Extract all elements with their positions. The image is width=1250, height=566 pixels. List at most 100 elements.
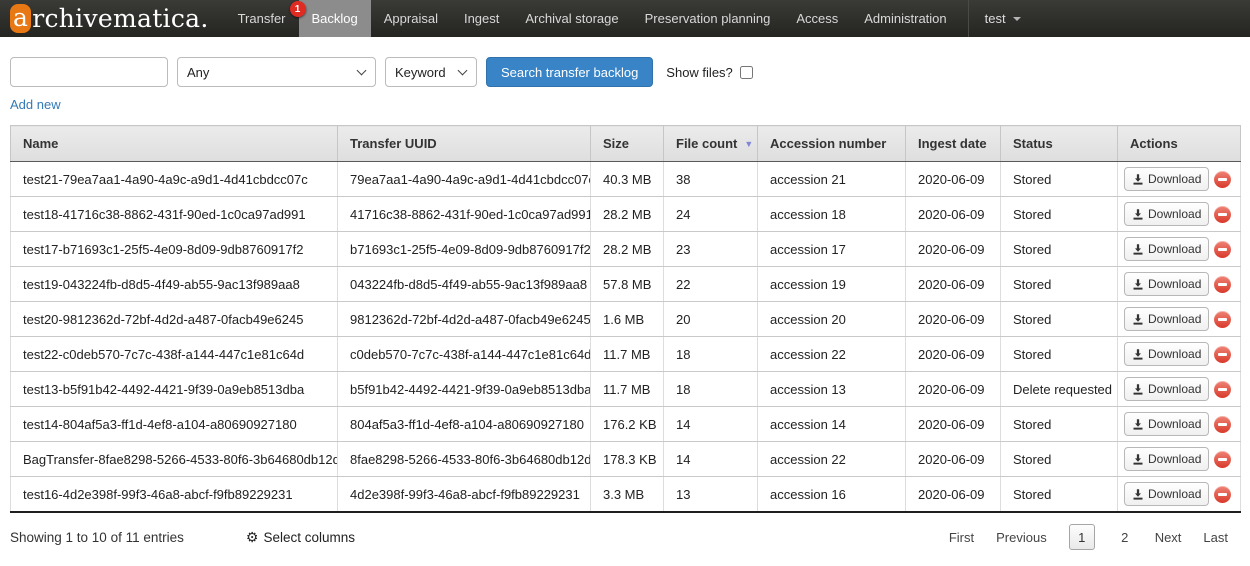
column-header-name[interactable]: Name bbox=[11, 126, 338, 162]
download-button[interactable]: Download bbox=[1124, 307, 1209, 331]
remove-icon[interactable] bbox=[1214, 276, 1231, 293]
column-label: Size bbox=[603, 136, 629, 151]
search-bar: Any Keyword Search transfer backlog Show… bbox=[10, 57, 1250, 87]
user-menu-label: test bbox=[985, 11, 1006, 26]
user-menu[interactable]: test bbox=[968, 0, 1037, 37]
cell-accession-number: accession 20 bbox=[758, 302, 906, 337]
remove-icon[interactable] bbox=[1214, 381, 1231, 398]
cell-name: test18-41716c38-8862-431f-90ed-1c0ca97ad… bbox=[11, 197, 338, 232]
cell-file-count: 24 bbox=[664, 197, 758, 232]
cell-status: Stored bbox=[1001, 162, 1118, 197]
remove-icon[interactable] bbox=[1214, 311, 1231, 328]
download-button[interactable]: Download bbox=[1124, 412, 1209, 436]
download-button[interactable]: Download bbox=[1124, 167, 1209, 191]
nav-item-transfer[interactable]: Transfer1 bbox=[225, 0, 299, 37]
cell-uuid: 79ea7aa1-4a90-4a9c-a9d1-4d41cbdcc07c bbox=[338, 162, 591, 197]
download-button[interactable]: Download bbox=[1124, 272, 1209, 296]
nav-item-archival-storage[interactable]: Archival storage bbox=[512, 0, 631, 37]
cell-file-count: 13 bbox=[664, 477, 758, 513]
remove-icon[interactable] bbox=[1214, 416, 1231, 433]
cell-ingest-date: 2020-06-09 bbox=[906, 267, 1001, 302]
top-navbar: archivematica. Transfer1 Backlog Appraisal… bbox=[0, 0, 1250, 37]
nav-item-label: Backlog bbox=[312, 11, 358, 26]
select-columns-button[interactable]: ⚙︎ Select columns bbox=[246, 529, 355, 546]
pagination-previous[interactable]: Previous bbox=[996, 530, 1047, 545]
column-label: Status bbox=[1013, 136, 1053, 151]
download-button-label: Download bbox=[1148, 382, 1201, 396]
remove-icon[interactable] bbox=[1214, 241, 1231, 258]
download-button[interactable]: Download bbox=[1124, 342, 1209, 366]
table-body: test21-79ea7aa1-4a90-4a9c-a9d1-4d41cbdcc… bbox=[11, 162, 1241, 513]
column-header-file-count[interactable]: File count▼ bbox=[664, 126, 758, 162]
search-field-select-wrap: Any bbox=[177, 57, 376, 87]
table-row: test14-804af5a3-ff1d-4ef8-a104-a80690927… bbox=[11, 407, 1241, 442]
column-header-status[interactable]: Status bbox=[1001, 126, 1118, 162]
nav-item-backlog[interactable]: Backlog bbox=[299, 0, 371, 37]
cell-uuid: b71693c1-25f5-4e09-8d09-9db8760917f2 bbox=[338, 232, 591, 267]
remove-icon[interactable] bbox=[1214, 451, 1231, 468]
download-button[interactable]: Download bbox=[1124, 447, 1209, 471]
cell-accession-number: accession 19 bbox=[758, 267, 906, 302]
nav-item-ingest[interactable]: Ingest bbox=[451, 0, 512, 37]
pagination-page-2[interactable]: 2 bbox=[1117, 530, 1133, 545]
column-label: Ingest date bbox=[918, 136, 987, 151]
download-icon bbox=[1132, 208, 1144, 221]
nav-item-administration[interactable]: Administration bbox=[851, 0, 959, 37]
cell-accession-number: accession 16 bbox=[758, 477, 906, 513]
download-button[interactable]: Download bbox=[1124, 202, 1209, 226]
column-label: Actions bbox=[1130, 136, 1178, 151]
entries-summary: Showing 1 to 10 of 11 entries bbox=[10, 530, 184, 545]
column-header-actions[interactable]: Actions bbox=[1118, 126, 1241, 162]
cell-name: test16-4d2e398f-99f3-46a8-abcf-f9fb89229… bbox=[11, 477, 338, 513]
cell-accession-number: accession 18 bbox=[758, 197, 906, 232]
remove-icon[interactable] bbox=[1214, 171, 1231, 188]
search-type-select[interactable]: Keyword bbox=[385, 57, 477, 87]
pagination-next[interactable]: Next bbox=[1155, 530, 1182, 545]
pagination-page-1[interactable]: 1 bbox=[1069, 524, 1095, 550]
column-header-size[interactable]: Size bbox=[591, 126, 664, 162]
remove-icon[interactable] bbox=[1214, 486, 1231, 503]
cell-ingest-date: 2020-06-09 bbox=[906, 337, 1001, 372]
table-row: test18-41716c38-8862-431f-90ed-1c0ca97ad… bbox=[11, 197, 1241, 232]
cell-accession-number: accession 13 bbox=[758, 372, 906, 407]
cell-size: 57.8 MB bbox=[591, 267, 664, 302]
search-field-select[interactable]: Any bbox=[177, 57, 376, 87]
cell-file-count: 22 bbox=[664, 267, 758, 302]
show-files-checkbox[interactable] bbox=[740, 66, 753, 79]
app-logo[interactable]: archivematica. bbox=[0, 0, 225, 37]
download-button[interactable]: Download bbox=[1124, 377, 1209, 401]
pagination-first[interactable]: First bbox=[949, 530, 974, 545]
nav-item-preservation-planning[interactable]: Preservation planning bbox=[632, 0, 784, 37]
download-icon bbox=[1132, 313, 1144, 326]
search-submit-button[interactable]: Search transfer backlog bbox=[486, 57, 653, 87]
download-button-label: Download bbox=[1148, 347, 1201, 361]
cell-status: Stored bbox=[1001, 407, 1118, 442]
download-button[interactable]: Download bbox=[1124, 482, 1209, 506]
search-query-input[interactable] bbox=[10, 57, 168, 87]
cell-uuid: 41716c38-8862-431f-90ed-1c0ca97ad991 bbox=[338, 197, 591, 232]
cell-ingest-date: 2020-06-09 bbox=[906, 477, 1001, 513]
gear-icon: ⚙︎ bbox=[246, 529, 259, 546]
remove-icon[interactable] bbox=[1214, 346, 1231, 363]
column-header-transfer-uuid[interactable]: Transfer UUID bbox=[338, 126, 591, 162]
cell-size: 178.3 KB bbox=[591, 442, 664, 477]
pagination-last[interactable]: Last bbox=[1203, 530, 1228, 545]
nav-item-appraisal[interactable]: Appraisal bbox=[371, 0, 451, 37]
cell-size: 1.6 MB bbox=[591, 302, 664, 337]
cell-status: Stored bbox=[1001, 477, 1118, 513]
cell-uuid: c0deb570-7c7c-438f-a144-447c1e81c64d bbox=[338, 337, 591, 372]
add-new-link[interactable]: Add new bbox=[10, 97, 61, 112]
nav-item-label: Access bbox=[796, 11, 838, 26]
logo-a-mark: a bbox=[10, 4, 31, 33]
download-icon bbox=[1132, 383, 1144, 396]
nav-item-access[interactable]: Access bbox=[783, 0, 851, 37]
column-header-accession-number[interactable]: Accession number bbox=[758, 126, 906, 162]
download-button[interactable]: Download bbox=[1124, 237, 1209, 261]
column-header-ingest-date[interactable]: Ingest date bbox=[906, 126, 1001, 162]
remove-icon[interactable] bbox=[1214, 206, 1231, 223]
cell-accession-number: accession 21 bbox=[758, 162, 906, 197]
cell-file-count: 23 bbox=[664, 232, 758, 267]
cell-file-count: 18 bbox=[664, 337, 758, 372]
footer-left: Showing 1 to 10 of 11 entries ⚙︎ Select … bbox=[10, 529, 355, 546]
download-icon bbox=[1132, 348, 1144, 361]
